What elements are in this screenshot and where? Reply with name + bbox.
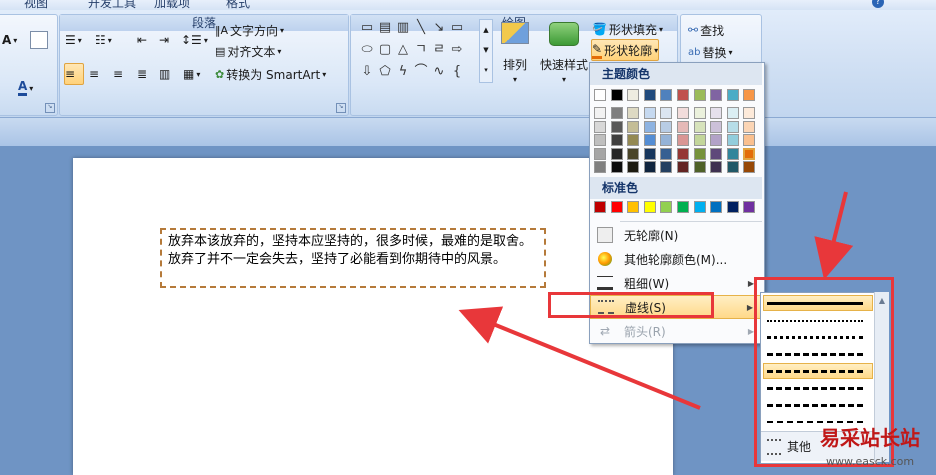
watermark-title: 易采站长站	[820, 426, 920, 450]
annotation-arrow-down	[814, 191, 854, 280]
watermark-url: www.easck.com	[826, 455, 915, 468]
annotation-arrow-left	[458, 306, 701, 410]
annotation-arrows	[458, 191, 854, 410]
